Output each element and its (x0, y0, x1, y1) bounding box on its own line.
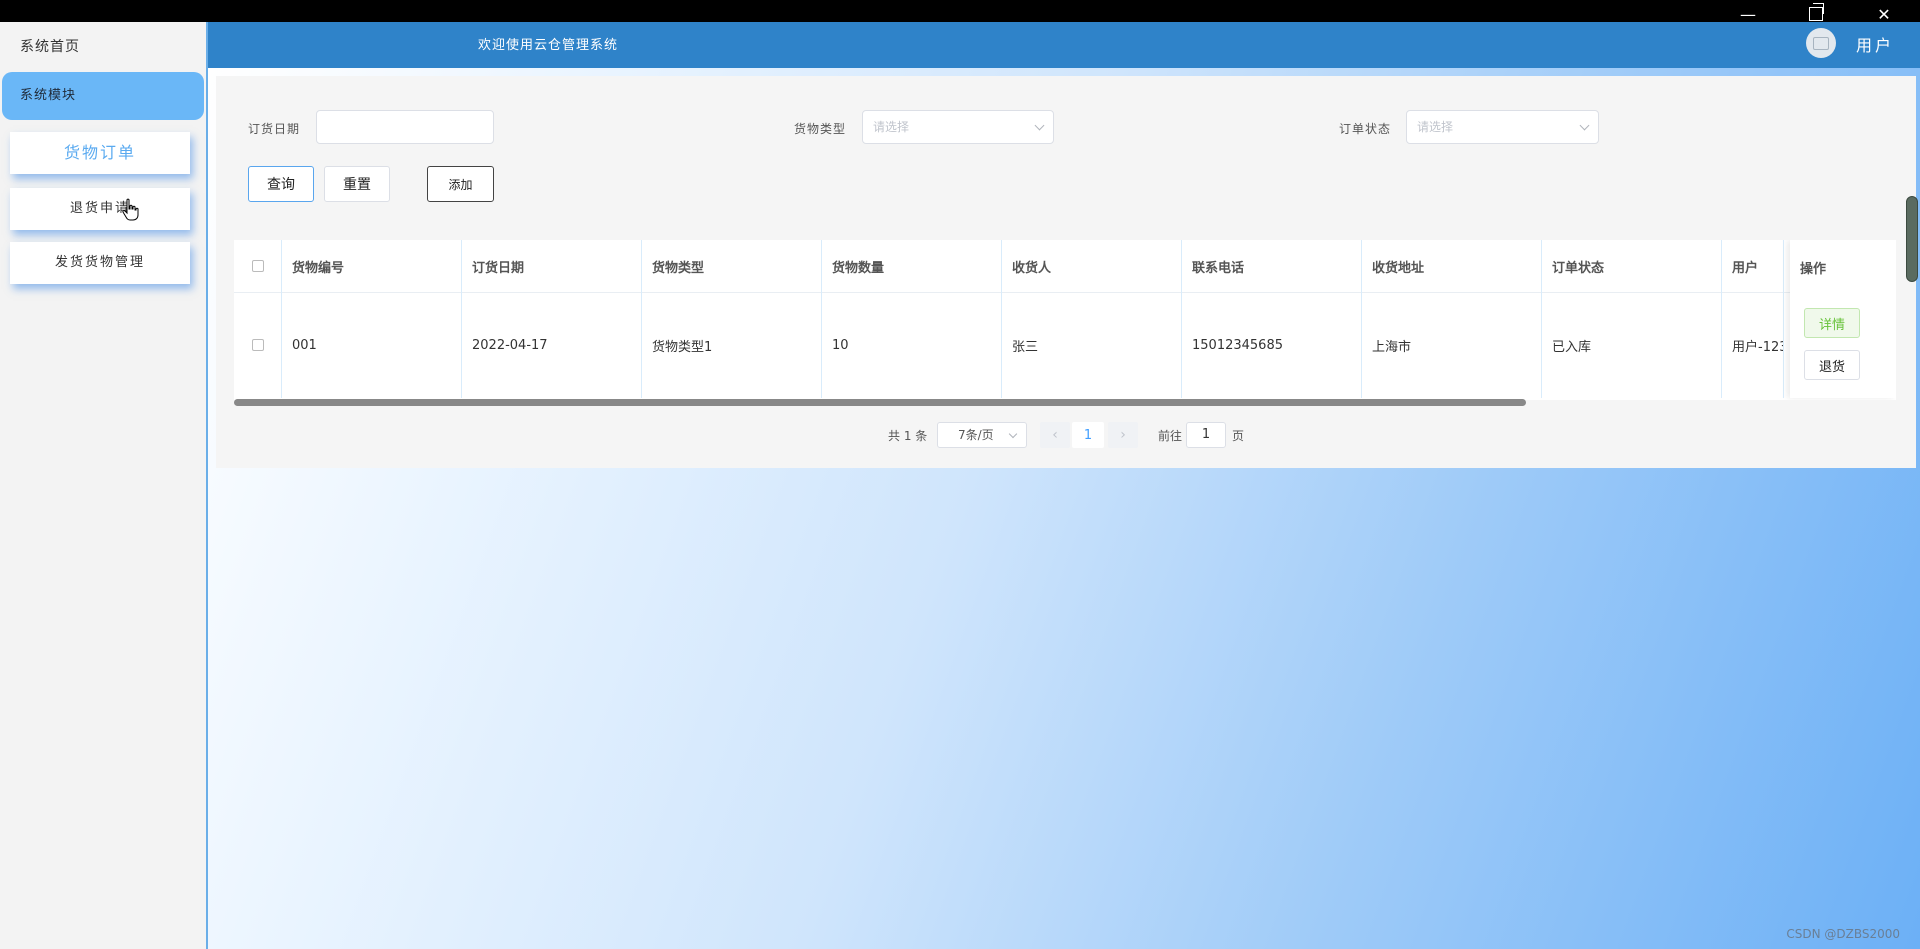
table-cell: 15012345685 (1182, 292, 1362, 398)
page-number-current[interactable]: 1 (1072, 422, 1104, 448)
reset-button[interactable]: 重置 (324, 166, 390, 202)
column-header: 货物数量 (822, 240, 1002, 292)
column-header: 订货日期 (462, 240, 642, 292)
table-cell: 上海市 (1362, 292, 1542, 398)
goods-type-select[interactable]: 请选择 (862, 110, 1054, 144)
sidebar-item-return-request[interactable]: 退货申请 (10, 188, 190, 230)
page-size-value: 7条/页 (958, 428, 994, 442)
table-cell: 10 (822, 292, 1002, 398)
sidebar-home-link[interactable]: 系统首页 (20, 36, 80, 56)
welcome-text: 欢迎使用云仓管理系统 (478, 38, 619, 53)
column-header: 货物类型 (642, 240, 822, 292)
next-page-button[interactable]: › (1108, 422, 1138, 448)
user-name[interactable]: 用户 (1856, 32, 1894, 56)
column-header: 货物编号 (282, 240, 462, 292)
table-cell: 已入库 (1542, 292, 1722, 398)
sidebar-item-goods-orders[interactable]: 货物订单 (10, 132, 190, 174)
sidebar-item-shipping-management[interactable]: 发货货物管理 (10, 242, 190, 284)
image-icon (1813, 36, 1829, 50)
query-button[interactable]: 查询 (248, 166, 314, 202)
table-row: 001 2022-04-17 货物类型1 10 张三 15012345685 上… (234, 292, 1896, 398)
horizontal-scrollbar[interactable] (234, 399, 1526, 406)
order-status-select[interactable]: 请选择 (1406, 110, 1599, 144)
sidebar-module-system[interactable]: 系统模块 (2, 72, 204, 120)
chevron-down-icon (1034, 120, 1045, 131)
order-status-label: 订单状态 (1339, 122, 1392, 136)
pagination-total: 共 1 条 (888, 428, 928, 443)
column-header: 收货地址 (1362, 240, 1542, 292)
table-cell: 用户-123 (1722, 292, 1784, 398)
avatar[interactable] (1806, 28, 1836, 58)
table-header: 货物编号 订货日期 货物类型 货物数量 收货人 联系电话 收货地址 订单状态 用… (234, 240, 1896, 293)
order-status-placeholder: 请选择 (1417, 120, 1454, 134)
table-cell: 货物类型1 (642, 292, 822, 398)
chevron-down-icon (1008, 429, 1018, 439)
detail-button[interactable]: 详情 (1804, 308, 1860, 338)
row-checkbox[interactable] (251, 339, 264, 351)
page-size-select[interactable]: 7条/页 (937, 422, 1027, 448)
hand-cursor-icon (122, 198, 139, 221)
table-cell: 2022-04-17 (462, 292, 642, 398)
table-cell: 张三 (1002, 292, 1182, 398)
order-date-label: 订货日期 (248, 122, 301, 136)
select-all-checkbox[interactable] (251, 260, 264, 272)
return-button[interactable]: 退货 (1804, 350, 1860, 380)
sidebar: 系统首页 系统模块 货物订单 退货申请 发货货物管理 (0, 22, 208, 949)
row-select-cell (234, 292, 282, 398)
chevron-left-icon: ‹ (1052, 427, 1058, 443)
chevron-right-icon: › (1120, 427, 1126, 443)
goto-label: 前往 (1158, 428, 1183, 443)
operations-column: 操作 详情 退货 (1790, 240, 1896, 398)
goto-page-input[interactable]: 1 (1186, 422, 1226, 448)
order-date-input[interactable] (316, 110, 494, 144)
prev-page-button[interactable]: ‹ (1040, 422, 1070, 448)
chevron-down-icon (1579, 120, 1590, 131)
add-button[interactable]: 添加 (427, 166, 494, 202)
operations-header: 操作 (1800, 262, 1827, 277)
orders-table: 货物编号 订货日期 货物类型 货物数量 收货人 联系电话 收货地址 订单状态 用… (234, 240, 1896, 400)
column-header: 订单状态 (1542, 240, 1722, 292)
table-cell: 001 (282, 292, 462, 398)
page-unit-label: 页 (1232, 428, 1245, 443)
vertical-scrollbar[interactable] (1906, 196, 1918, 282)
column-header: 收货人 (1002, 240, 1182, 292)
header-bar: 欢迎使用云仓管理系统 用户 (208, 22, 1920, 68)
window-titlebar (0, 0, 1920, 22)
watermark-text: CSDN @DZBS2000 (1786, 927, 1900, 941)
select-all-cell (234, 240, 282, 292)
column-header: 用户 (1722, 240, 1784, 292)
goods-type-label: 货物类型 (794, 122, 847, 136)
goods-type-placeholder: 请选择 (873, 120, 910, 134)
column-header: 联系电话 (1182, 240, 1362, 292)
